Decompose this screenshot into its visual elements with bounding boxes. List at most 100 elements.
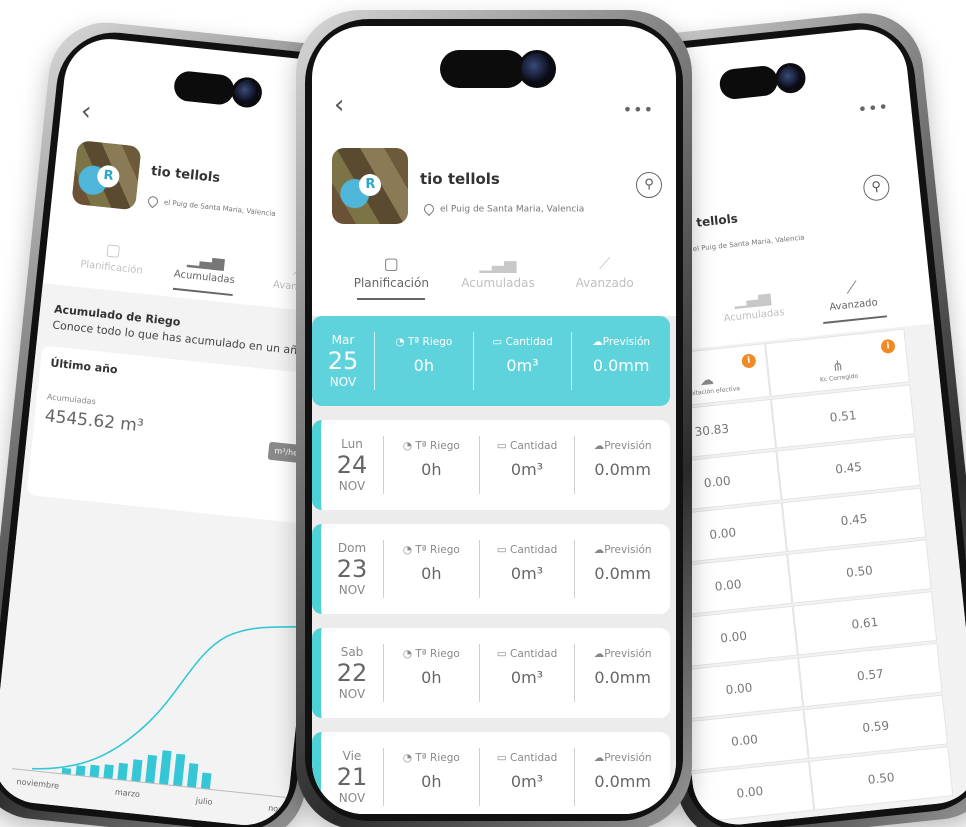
search-icon[interactable]: ⚲ — [636, 172, 662, 198]
more-options-icon[interactable]: ••• — [623, 100, 654, 119]
chart-bar — [173, 753, 186, 787]
day-date: Lun 24 NOV — [321, 437, 383, 493]
accumulated-chart: noviembre marzo julio novi — [0, 503, 316, 827]
metric-label: ☁Previsión — [572, 336, 670, 348]
tab-label: Planificación — [353, 276, 429, 290]
water-level-icon: ▭ — [496, 752, 511, 764]
tab-label: Acumuladas — [461, 276, 535, 290]
day-number: 24 — [336, 451, 368, 479]
clock-icon: ◔ — [395, 336, 408, 348]
chart-bar — [186, 763, 199, 788]
metric-value: 0m³ — [510, 668, 544, 687]
metric-label-text: Tª Riego — [407, 336, 453, 348]
chart-bar — [75, 765, 86, 777]
metric-label-text: Cantidad — [510, 544, 558, 556]
clock-icon: ◔ — [402, 752, 416, 764]
tab-avanzado[interactable]: ⟋Avanzado — [551, 254, 658, 290]
metric-value: 0m³ — [510, 564, 544, 583]
day-card[interactable]: Vie 21 NOV ◔ Tª Riego 0h ▭ Cantidad 0m³ ☁P… — [312, 732, 670, 814]
plant-icon: ⋔ — [831, 357, 845, 375]
metric-cantidad: ▭ Cantidad 0m³ — [478, 540, 575, 598]
metric-label-text: Previsión — [602, 336, 651, 348]
clock-icon: ◔ — [402, 544, 416, 556]
chart-svg — [11, 625, 309, 799]
metric-value: 0m³ — [506, 356, 539, 375]
clock-icon: ◔ — [402, 440, 416, 452]
metric-riego: ◔ Tª Riego 0h — [383, 748, 479, 806]
farm-location: el Puig de Santa Maria, Valencia — [421, 201, 584, 217]
metric-label: ☁Previsión — [575, 648, 670, 660]
search-icon[interactable]: ⚲ — [862, 173, 891, 202]
period-label: Último año — [49, 356, 119, 377]
camera-icon — [230, 75, 264, 109]
metric-riego: ◔ Tª Riego 0h — [374, 332, 473, 390]
cumulative-line — [31, 625, 309, 770]
day-of-week: Dom — [337, 541, 367, 555]
tab-planificacion[interactable]: ▢Planificación — [338, 254, 445, 300]
day-card[interactable]: Dom 23 NOV ◔ Tª Riego 0h ▭ Cantidad 0m³ ☁P… — [312, 524, 670, 614]
metric-value: 0h — [421, 668, 442, 687]
day-card[interactable]: Lun 24 NOV ◔ Tª Riego 0h ▭ Cantidad 0m³ ☁P… — [312, 420, 670, 510]
location-pin-icon — [421, 201, 437, 217]
metric-label: ◔ Tª Riego — [384, 648, 479, 660]
info-icon[interactable]: i — [741, 352, 757, 369]
day-card[interactable]: Mar 25 NOV ◔ Tª Riego 0h ▭ Cantidad 0m³ ☁P… — [312, 316, 670, 406]
metric-label: ▭ Cantidad — [480, 544, 575, 556]
day-number: 22 — [336, 659, 368, 687]
water-level-icon: ▭ — [496, 440, 511, 452]
metric-label-text: Previsión — [604, 544, 652, 556]
metric-prevision: ☁Previsión 0.0mm — [574, 436, 670, 494]
tab-acumuladas[interactable]: ▁▃▅ Acumuladas — [157, 245, 253, 288]
day-month: NOV — [338, 583, 366, 597]
metric-riego: ◔ Tª Riego 0h — [383, 540, 479, 598]
tab-acumuladas[interactable]: ▁▃▅ Acumuladas — [445, 254, 552, 290]
day-number: 23 — [336, 555, 368, 583]
accumulated-value: 4545.62 m³ — [43, 406, 145, 437]
farm-location-text: el Puig de Santa Maria, Valencia — [163, 198, 276, 219]
day-of-week: Vie — [342, 749, 362, 763]
bar-chart-icon: ▁▃▅ — [479, 254, 517, 273]
metric-label: ☁Previsión — [575, 752, 670, 764]
back-chevron-icon[interactable]: ‹ — [79, 96, 92, 127]
metric-label: ◔ Tª Riego — [375, 336, 473, 348]
more-options-icon[interactable]: ••• — [857, 97, 890, 119]
rain-cloud-icon: ☁ — [593, 440, 605, 452]
metric-value: 0.0mm — [592, 356, 650, 375]
metric-label: ◔ Tª Riego — [384, 544, 479, 556]
center-phone: ‹ ••• tio tellols el Puig de Santa Maria… — [296, 10, 692, 827]
chart-bar — [103, 764, 114, 780]
location-pin-icon — [145, 194, 161, 209]
day-date: Mar 25 NOV — [312, 333, 374, 389]
info-icon[interactable]: i — [880, 338, 896, 354]
tab-acumuladas[interactable]: ▁▃▅ Acumuladas — [702, 283, 805, 326]
rain-cloud-icon: ☁ — [592, 336, 603, 348]
metric-label: ☁Previsión — [575, 440, 670, 452]
center-screen: ‹ ••• tio tellols el Puig de Santa Maria… — [312, 26, 676, 814]
water-level-icon: ▭ — [496, 544, 511, 556]
farm-name: tio tellols — [420, 170, 500, 188]
day-number: 21 — [336, 763, 368, 791]
accumulated-label: Acumuladas — [46, 392, 97, 407]
day-of-week: Sab — [340, 645, 364, 659]
farm-location-text: el Puig de Santa Maria, Valencia — [692, 233, 805, 254]
metric-label: ▭ Cantidad — [480, 440, 575, 452]
day-month: NOV — [329, 375, 357, 389]
x-tick-label: novi — [267, 803, 286, 815]
column-header-label: Kc Corregido — [819, 372, 859, 384]
camera-icon — [773, 61, 807, 95]
tab-bar: ▢ Planificación ▁▃▅ Acumuladas ⟋ Avanzado — [338, 254, 658, 300]
metric-value: 0h — [413, 356, 434, 375]
day-month: NOV — [338, 479, 366, 493]
metric-value: 0.0mm — [594, 772, 651, 791]
day-card[interactable]: Sab 22 NOV ◔ Tª Riego 0h ▭ Cantidad 0m³ ☁P… — [312, 628, 670, 718]
table-cell: 0.00 — [685, 760, 815, 824]
metric-label: ◔ Tª Riego — [384, 440, 479, 452]
farm-name: tio tellols — [150, 163, 221, 187]
metric-label-text: Tª Riego — [415, 752, 460, 764]
tab-planificacion[interactable]: ▢Planificación — [64, 236, 160, 279]
chart-bar — [89, 764, 100, 778]
back-chevron-icon[interactable]: ‹ — [334, 90, 344, 120]
water-level-icon: ▭ — [492, 336, 506, 348]
metric-label-text: Cantidad — [510, 648, 558, 660]
tab-avanzado[interactable]: ⟋Avanzado — [801, 273, 904, 316]
